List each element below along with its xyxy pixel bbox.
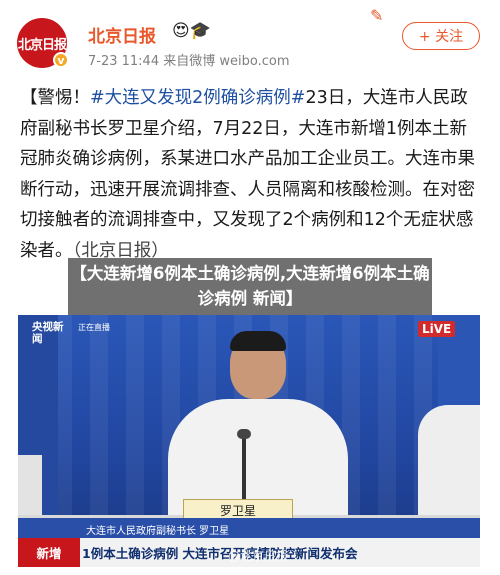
hashtag-link[interactable]: #大连又发现2例确诊病例#	[90, 88, 305, 108]
speaker-hair	[230, 331, 286, 351]
follow-button[interactable]: + 关注	[402, 22, 480, 50]
post-prefix: 【警惕！	[20, 88, 90, 108]
account-name[interactable]: 北京日报	[88, 22, 156, 47]
video-speaker	[168, 331, 348, 529]
broadcast-status: 正在直播	[78, 323, 110, 332]
post-meta: 7-23 11:44 来自微博 weibo.com	[88, 54, 290, 69]
cctv-news-logo: 央视新闻	[32, 321, 64, 345]
news-ticker-tag: 新增	[18, 538, 80, 567]
video-watermark: @北京日报	[228, 549, 289, 563]
speaker-lower-third: 大连市人民政府副秘书长 罗卫星	[18, 518, 480, 540]
video-side-person-right	[418, 405, 480, 525]
video-player[interactable]: 罗卫星 央视新闻 正在直播 LiVE 大连市人民政府副秘书长 罗卫星 1例本土确…	[18, 315, 480, 567]
verified-badge-icon: v	[53, 52, 69, 68]
post-body: 23日，大连市人民政府副秘书长罗卫星介绍，7月22日，大连市新增1例本土新冠肺炎…	[20, 88, 475, 261]
post-header: 北京日报 v 北京日报 😍🎓 7-23 11:44 来自微博 weibo.com…	[0, 0, 500, 82]
account-badges-icon: 😍🎓	[172, 21, 211, 41]
decoration-icon: ✎	[370, 6, 384, 25]
post-text: 【警惕！#大连又发现2例确诊病例#23日，大连市人民政府副秘书长罗卫星介绍，7月…	[20, 83, 482, 266]
microphone-icon	[237, 429, 251, 439]
overlay-caption: 【大连新增6例本土确诊病例,大连新增6例本土确诊病例 新闻】	[68, 258, 432, 315]
live-badge: LiVE	[418, 321, 456, 337]
